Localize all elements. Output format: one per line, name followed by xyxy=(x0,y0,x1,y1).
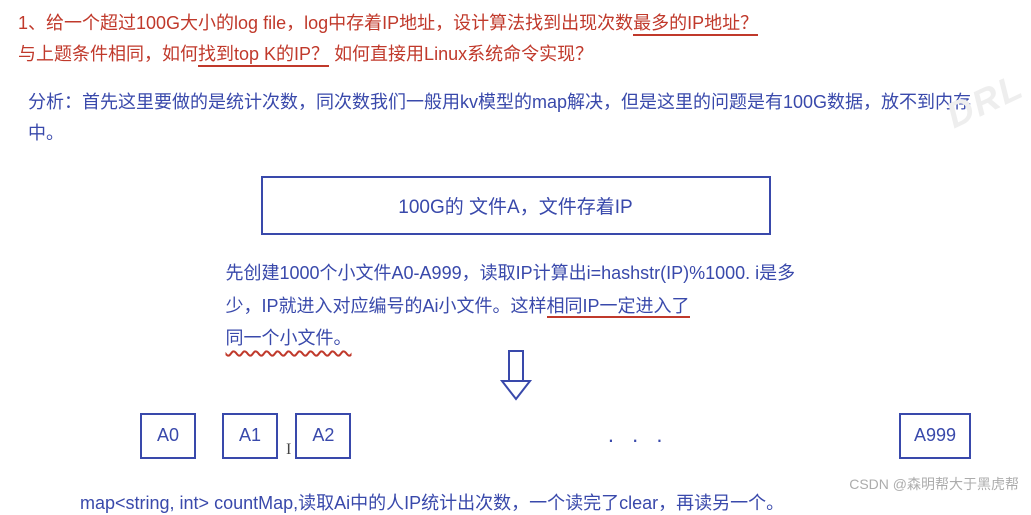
question-line1-underlined: 最多的IP地址？ xyxy=(633,13,758,36)
question-line1-prefix: 1、给一个超过100G大小的log file，log中存着IP地址，设计算法找到… xyxy=(18,13,633,33)
question-line2-suffix: 如何直接用Linux系统命令实现？ xyxy=(334,44,593,64)
small-file-A0: A0 xyxy=(140,413,196,459)
arrow-down-icon xyxy=(496,349,536,403)
main-file-box: 100G的 文件A，文件存着IP xyxy=(261,176,771,235)
question-line2-underlined: 找到top K的IP？ xyxy=(198,44,329,67)
analysis-text: 分析：首先这里要做的是统计次数，同次数我们一般用kv模型的map解决，但是这里的… xyxy=(0,69,1031,148)
small-file-A1: A1 xyxy=(222,413,278,459)
step-description: 先创建1000个小文件A0-A999，读取IP计算出i=hashstr(IP)%… xyxy=(216,257,816,354)
csdn-watermark: CSDN @森明帮大于黑虎帮 xyxy=(849,474,1019,494)
small-file-A999: A999 xyxy=(899,413,971,459)
step-underlined1: 相同IP一定进入了 xyxy=(547,296,690,318)
question-line2-prefix: 与上题条件相同，如何 xyxy=(18,44,198,64)
small-file-A2: A2 xyxy=(295,413,351,459)
step-part1: 先创建1000个小文件A0-A999，读取IP计算出i=hashstr(IP)%… xyxy=(226,263,796,315)
text-cursor-icon: I xyxy=(286,441,291,459)
small-files-row: A0 A1 I A2 . . . A999 xyxy=(0,413,1031,459)
ellipsis: . . . xyxy=(377,422,899,450)
step-underlined2: 同一个小文件。 xyxy=(226,328,352,348)
question-block: 1、给一个超过100G大小的log file，log中存着IP地址，设计算法找到… xyxy=(0,0,1031,69)
